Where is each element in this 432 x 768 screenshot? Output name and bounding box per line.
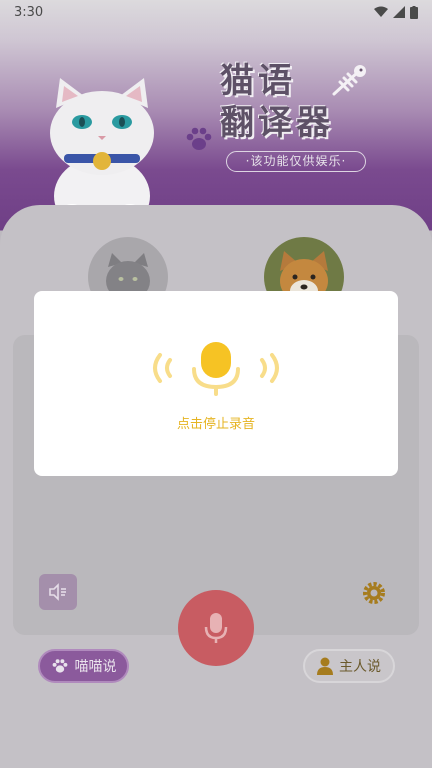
status-bar: 3:30	[0, 0, 432, 24]
microphone-icon	[204, 613, 228, 643]
status-icons	[374, 5, 418, 19]
title-line-2: 翻译器	[220, 103, 334, 143]
record-button[interactable]	[178, 590, 254, 666]
paw-icon	[186, 127, 212, 150]
owner-speak-button[interactable]: 主人说	[303, 649, 395, 683]
cat-speak-button[interactable]: 喵喵说	[38, 649, 129, 683]
app-title: 猫语 翻译器	[220, 60, 380, 144]
recording-microphone-icon	[153, 342, 279, 396]
speaker-button[interactable]	[39, 574, 77, 610]
owner-speak-label: 主人说	[339, 659, 381, 675]
fishbone-icon	[332, 65, 366, 96]
recording-dialog[interactable]: 点击停止录音	[34, 291, 398, 476]
settings-button[interactable]	[360, 579, 388, 607]
wifi-icon	[374, 6, 388, 17]
gear-icon	[363, 582, 385, 604]
cat-speak-label: 喵喵说	[74, 659, 117, 675]
paw-icon	[52, 659, 67, 673]
cat-mascot-icon	[50, 78, 154, 223]
disclaimer-subtitle: ·该功能仅供娱乐·	[226, 151, 366, 172]
battery-icon	[410, 5, 418, 19]
status-time: 3:30	[14, 4, 44, 20]
speaker-icon	[49, 583, 66, 601]
person-icon	[317, 657, 333, 675]
stop-recording-hint[interactable]: 点击停止录音	[34, 413, 398, 432]
signal-icon	[393, 6, 405, 18]
